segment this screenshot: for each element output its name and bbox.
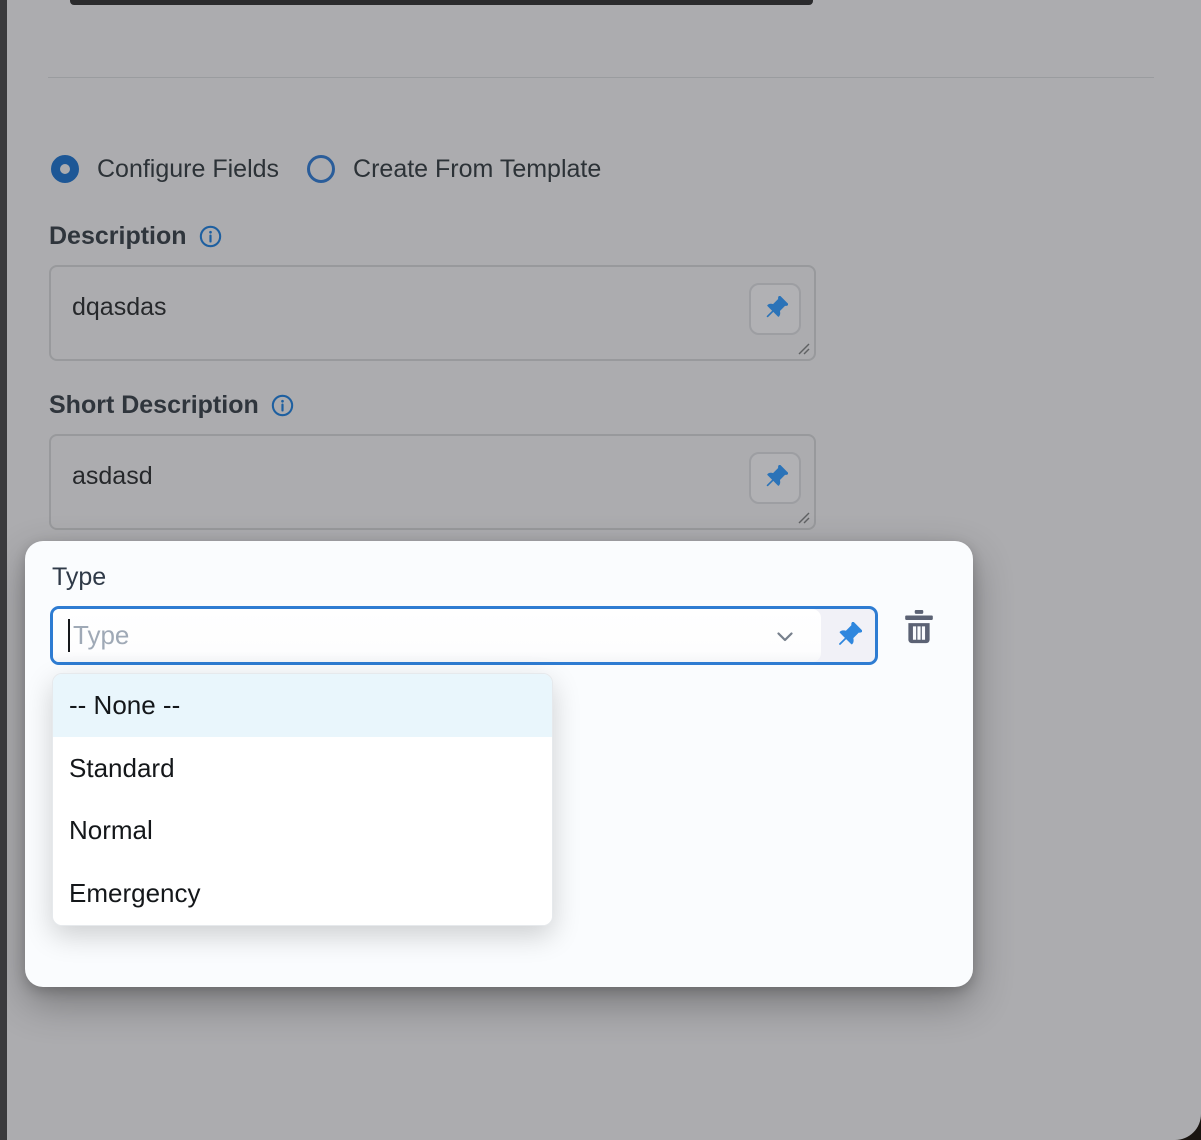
dropdown-option-standard[interactable]: Standard: [53, 737, 552, 800]
type-field-card: Type Type: [25, 541, 973, 987]
text-cursor: [68, 619, 70, 652]
cropped-field-edge: [70, 0, 813, 5]
mode-radio-group: Configure Fields Create From Template: [51, 153, 601, 185]
type-dropdown-list: -- None -- Standard Normal Emergency: [52, 673, 553, 926]
dropdown-option-normal[interactable]: Normal: [53, 800, 552, 863]
dropdown-option-emergency[interactable]: Emergency: [53, 862, 552, 925]
type-combobox[interactable]: Type: [50, 606, 878, 665]
pushpin-icon: [762, 296, 788, 322]
radio-unselected-icon[interactable]: [307, 155, 335, 183]
form-panel: Configure Fields Create From Template De…: [7, 0, 1201, 1140]
info-icon[interactable]: [271, 394, 294, 417]
short-description-textarea[interactable]: asdasd: [49, 434, 816, 530]
section-divider: [48, 77, 1154, 78]
short-description-label: Short Description: [49, 391, 259, 420]
pushpin-icon: [762, 465, 788, 491]
dropdown-option-none[interactable]: -- None --: [53, 674, 552, 737]
page-backdrop: Configure Fields Create From Template De…: [0, 0, 1201, 1140]
info-icon[interactable]: [199, 225, 222, 248]
type-placeholder: Type: [73, 620, 129, 651]
radio-selected-icon[interactable]: [51, 155, 79, 183]
short-description-pin-button[interactable]: [749, 452, 801, 504]
description-pin-button[interactable]: [749, 283, 801, 335]
radio-create-from-template[interactable]: Create From Template: [307, 153, 601, 185]
chevron-down-icon[interactable]: [773, 624, 797, 648]
pushpin-icon: [834, 622, 862, 650]
resize-handle-icon[interactable]: [795, 509, 811, 525]
radio-configure-fields[interactable]: Configure Fields: [51, 153, 279, 185]
type-pin-button[interactable]: [821, 609, 875, 662]
delete-field-button[interactable]: [893, 601, 945, 653]
resize-handle-icon[interactable]: [795, 340, 811, 356]
app-edge-strip: [0, 0, 7, 1140]
type-combobox-input[interactable]: Type: [53, 609, 821, 662]
description-text: dqasdas: [72, 293, 167, 322]
trash-icon: [904, 610, 934, 644]
description-textarea[interactable]: dqasdas: [49, 265, 816, 361]
radio-label: Configure Fields: [97, 153, 279, 185]
type-label: Type: [52, 563, 106, 592]
description-label: Description: [49, 222, 187, 251]
radio-label: Create From Template: [353, 153, 601, 185]
short-description-text: asdasd: [72, 462, 153, 491]
